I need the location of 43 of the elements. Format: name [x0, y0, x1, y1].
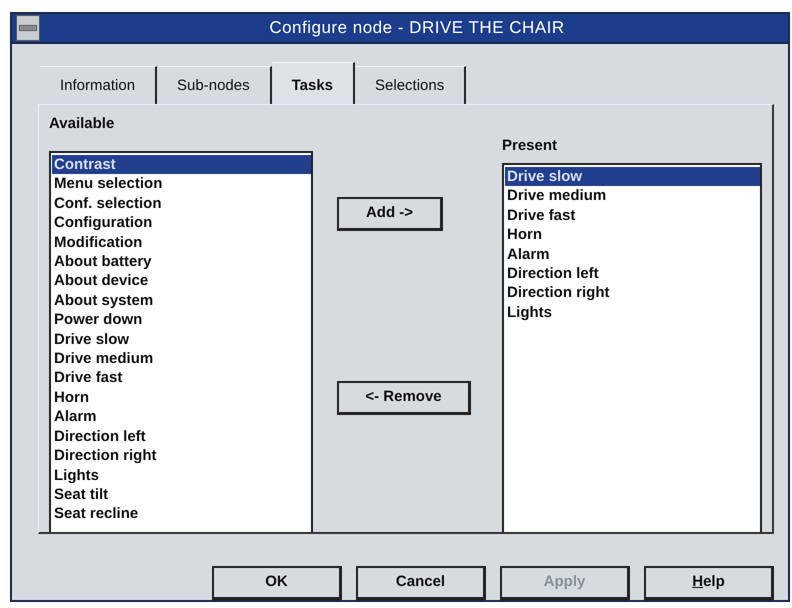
- list-item[interactable]: Seat recline: [52, 504, 311, 524]
- list-item[interactable]: Drive fast: [52, 368, 311, 388]
- remove-button[interactable]: <- Remove: [337, 380, 471, 414]
- list-item[interactable]: About battery: [52, 252, 311, 272]
- list-heading: Available: [49, 114, 116, 134]
- window-title: Configure node - DRIVE THE CHAIR: [268, 17, 566, 39]
- tab[interactable]: Information: [40, 66, 158, 104]
- add-button[interactable]: Add ->: [337, 196, 443, 230]
- list-item[interactable]: Drive slow: [505, 167, 760, 186]
- list-item[interactable]: Direction right: [505, 283, 760, 303]
- list-item[interactable]: Drive fast: [505, 206, 760, 226]
- list-item[interactable]: Seat tilt: [52, 484, 311, 504]
- tab[interactable]: Selections: [355, 66, 466, 104]
- list-item[interactable]: Modification: [52, 232, 311, 252]
- list-item[interactable]: Direction left: [505, 264, 760, 284]
- list-item[interactable]: Menu selection: [52, 174, 311, 194]
- list-item[interactable]: Power down: [52, 310, 311, 330]
- list-item[interactable]: Drive medium: [505, 186, 760, 206]
- help-button[interactable]: Help: [644, 566, 774, 600]
- list-item[interactable]: Drive slow: [52, 330, 311, 350]
- tab[interactable]: Sub-nodes: [157, 66, 272, 104]
- list-item[interactable]: Lights: [52, 466, 311, 485]
- list-item[interactable]: About system: [52, 290, 311, 310]
- list-item[interactable]: Configuration: [52, 213, 311, 233]
- list-heading: Present: [502, 136, 558, 156]
- list-item[interactable]: Contrast: [52, 155, 311, 174]
- list-item[interactable]: Alarm: [52, 407, 311, 427]
- ok-button[interactable]: OK: [212, 566, 342, 600]
- list-item[interactable]: Horn: [505, 225, 760, 245]
- list-item[interactable]: Horn: [52, 388, 311, 408]
- list-item[interactable]: Alarm: [505, 244, 760, 264]
- list-item[interactable]: Direction left: [52, 426, 311, 446]
- list-box[interactable]: [49, 151, 313, 532]
- list-box[interactable]: Drive slow Drive medium Drive fast Horn Alarm Direction left Direction right Lights: [502, 163, 762, 532]
- cancel-button[interactable]: Cancel: [356, 566, 486, 600]
- list-item[interactable]: Drive medium: [52, 349, 311, 368]
- list-item[interactable]: About device: [52, 271, 311, 291]
- list-item[interactable]: Direction right: [52, 446, 311, 466]
- tab[interactable]: Tasks: [272, 62, 356, 104]
- system-menu-button[interactable]: [16, 15, 40, 41]
- dash-icon: [19, 25, 37, 31]
- list-item[interactable]: Conf. selection: [52, 194, 311, 214]
- list-item[interactable]: Lights: [505, 302, 760, 322]
